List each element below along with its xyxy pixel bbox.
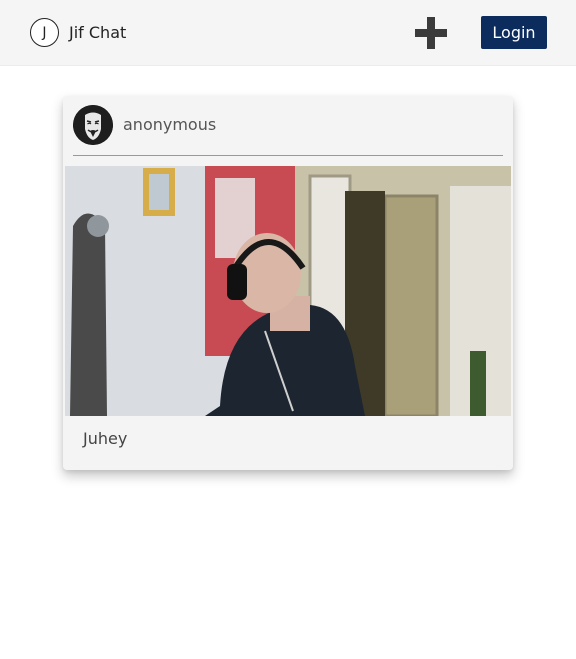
post-card: anonymous Juhey [63,96,513,470]
mask-avatar-icon[interactable] [73,105,113,145]
post-caption: Juhey [83,429,128,448]
post-username[interactable]: anonymous [123,115,216,134]
brand[interactable]: J Jif Chat [30,18,126,47]
post-image [65,166,511,416]
brand-name: Jif Chat [69,23,127,42]
add-post-button[interactable] [415,17,447,49]
login-button[interactable]: Login [481,16,547,49]
brand-logo-letter: J [42,24,47,41]
post-header: anonymous [73,105,503,156]
navbar: J Jif Chat Login [0,0,576,66]
brand-logo-icon: J [30,18,59,47]
